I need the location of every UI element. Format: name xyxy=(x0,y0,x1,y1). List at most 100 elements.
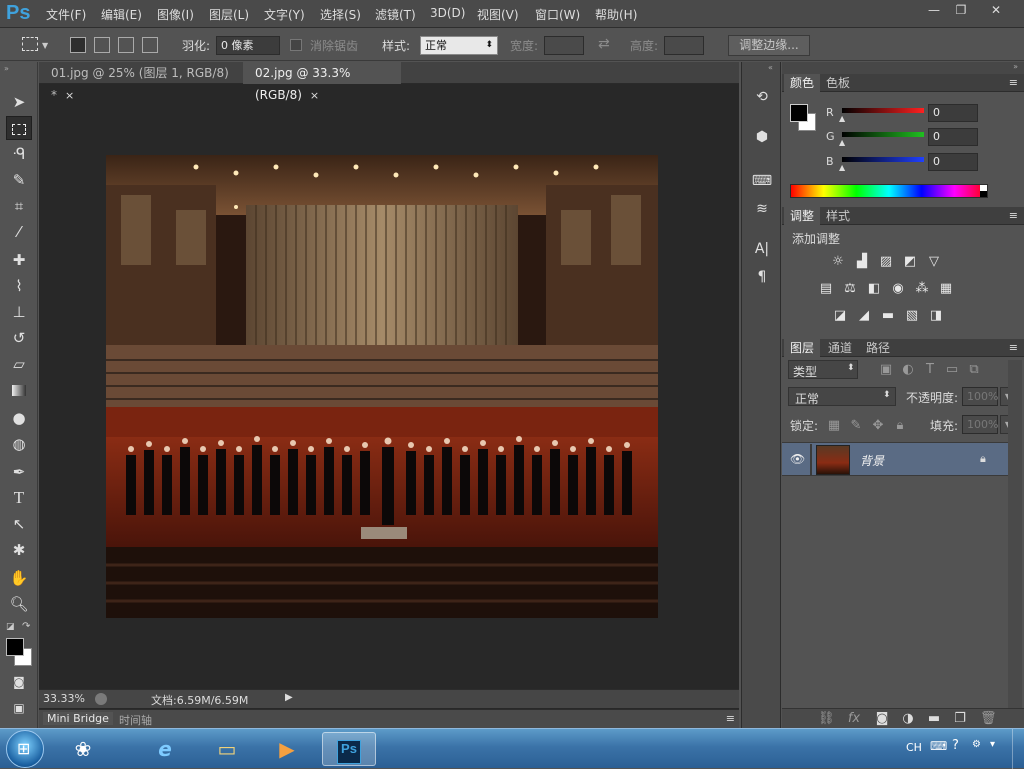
eye-visibility-icon[interactable]: 👁︎ xyxy=(790,452,805,466)
slider-thumb-icon[interactable]: ▲ xyxy=(839,114,845,123)
fx-icon[interactable]: fx xyxy=(846,711,862,727)
swap-colors-icon[interactable]: ↷ xyxy=(22,621,30,632)
style-select[interactable]: 正常 ⬍ xyxy=(420,36,498,55)
opacity-input[interactable]: 100% xyxy=(962,387,998,406)
channel-r-slider[interactable] xyxy=(842,108,924,113)
3d-panel-icon[interactable]: ⬢ xyxy=(751,126,773,148)
gradient-map-icon[interactable]: ▧ xyxy=(904,308,920,324)
taskbar-media-player-icon[interactable]: ▶ xyxy=(260,732,314,766)
selective-color-icon[interactable]: ◨ xyxy=(928,308,944,324)
history-panel-icon[interactable]: ⟲ xyxy=(751,86,773,108)
intersect-selection-icon[interactable] xyxy=(142,37,158,53)
brush-presets-icon[interactable]: ≋ xyxy=(751,198,773,220)
tab-timeline[interactable]: 时间轴 xyxy=(119,712,152,728)
color-balance-icon[interactable]: ⚖ xyxy=(842,281,858,297)
layer-row[interactable]: 👁︎ 背景 🔒︎ xyxy=(782,442,1008,476)
zoom-tool-icon[interactable]: 🔍︎ xyxy=(6,592,32,616)
tray-settings-icon[interactable]: ⚙ xyxy=(972,739,981,750)
quick-mask-icon[interactable]: ◙ xyxy=(6,670,32,694)
add-selection-icon[interactable] xyxy=(94,37,110,53)
filter-type-icon[interactable]: T xyxy=(922,362,938,378)
lock-position-icon[interactable]: ✥ xyxy=(870,418,886,434)
menu-window[interactable]: 窗口(W) xyxy=(535,6,580,23)
menu-file[interactable]: 文件(F) xyxy=(46,6,86,23)
panel-menu-icon[interactable]: ≡ xyxy=(726,712,735,725)
default-colors-icon[interactable]: ◪ xyxy=(6,622,15,632)
eraser-tool-icon[interactable]: ▱ xyxy=(6,352,32,376)
move-tool-icon[interactable]: ➤ xyxy=(6,90,32,114)
type-tool-icon[interactable]: T xyxy=(6,486,32,510)
slider-thumb-icon[interactable]: ▲ xyxy=(839,138,845,147)
menu-image[interactable]: 图像(I) xyxy=(157,6,194,23)
spectrum-black-swatch[interactable] xyxy=(980,191,987,197)
crop-tool-icon[interactable]: ⌗ xyxy=(6,194,32,218)
tab-swatches[interactable]: 色板 xyxy=(820,74,856,92)
channel-b-value[interactable]: 0 xyxy=(928,153,978,171)
chevron-down-icon[interactable]: ▼ xyxy=(42,41,48,50)
menu-3d[interactable]: 3D(D) xyxy=(430,6,465,20)
menu-type[interactable]: 文字(Y) xyxy=(264,6,305,23)
canvas-image[interactable] xyxy=(106,155,658,618)
new-layer-icon[interactable]: ❐ xyxy=(952,711,968,727)
menu-edit[interactable]: 编辑(E) xyxy=(101,6,142,23)
marquee-tool-icon[interactable] xyxy=(6,116,32,140)
exposure-icon[interactable]: ◩ xyxy=(902,254,918,270)
channel-r-value[interactable]: 0 xyxy=(928,104,978,122)
input-language[interactable]: CH xyxy=(906,741,922,754)
start-button[interactable]: ⊞ xyxy=(6,730,44,768)
delete-layer-icon[interactable]: 🗑︎ xyxy=(980,711,997,727)
curves-icon[interactable]: ▨ xyxy=(878,254,894,270)
menu-filter[interactable]: 滤镜(T) xyxy=(375,6,416,23)
eyedropper-tool-icon[interactable]: ⁄ xyxy=(6,220,32,244)
levels-icon[interactable]: ▟ xyxy=(854,254,870,270)
vibrance-icon[interactable]: ▽ xyxy=(926,254,942,270)
lasso-tool-icon[interactable]: ᑴ xyxy=(6,142,32,166)
posterize-icon[interactable]: ◢ xyxy=(856,308,872,324)
new-adjustment-icon[interactable]: ◑ xyxy=(900,711,916,727)
tab-02-jpg[interactable]: 02.jpg @ 33.3%(RGB/8) × xyxy=(243,62,401,102)
status-info-icon[interactable] xyxy=(95,693,107,705)
lock-all-icon[interactable]: 🔒︎ xyxy=(892,418,908,434)
feather-input[interactable]: 0 像素 xyxy=(216,36,280,55)
minimize-button[interactable]: — xyxy=(921,1,947,19)
tab-styles[interactable]: 样式 xyxy=(820,207,856,225)
gradient-tool-icon[interactable] xyxy=(6,378,32,402)
history-brush-tool-icon[interactable]: ↺ xyxy=(6,326,32,350)
restore-button[interactable]: ❐ xyxy=(948,1,974,19)
antialias-checkbox[interactable] xyxy=(290,39,302,51)
swap-arrows-icon[interactable]: ⇄ xyxy=(598,36,610,52)
dodge-tool-icon[interactable]: ◍ xyxy=(6,432,32,456)
threshold-icon[interactable]: ▬ xyxy=(880,308,896,324)
menu-help[interactable]: 帮助(H) xyxy=(595,6,637,23)
black-white-icon[interactable]: ◧ xyxy=(866,281,882,297)
close-icon[interactable]: × xyxy=(310,89,319,102)
zoom-level[interactable]: 33.33% xyxy=(43,692,85,705)
color-spectrum-bar[interactable] xyxy=(790,184,988,198)
panel-menu-icon[interactable]: ≡ xyxy=(1009,341,1018,354)
taskbar-explorer-icon[interactable]: ▭ xyxy=(200,732,254,766)
layer-name[interactable]: 背景 xyxy=(860,452,884,469)
collapse-panels-icon[interactable]: » xyxy=(1013,62,1018,71)
quick-select-tool-icon[interactable]: ✎ xyxy=(6,168,32,192)
taskbar-photos-icon[interactable]: ❀ xyxy=(56,732,110,766)
marquee-preset-icon[interactable] xyxy=(22,37,38,51)
shape-tool-icon[interactable]: ✱ xyxy=(6,538,32,562)
channel-b-slider[interactable] xyxy=(842,157,924,162)
filter-pixel-icon[interactable]: ▣ xyxy=(878,362,894,378)
channel-g-value[interactable]: 0 xyxy=(928,128,978,146)
collapse-arrows-icon[interactable]: » xyxy=(4,64,9,73)
color-lookup-icon[interactable]: ▦ xyxy=(938,281,954,297)
taskbar-photoshop-icon[interactable]: Ps xyxy=(322,732,376,766)
hand-tool-icon[interactable]: ✋ xyxy=(6,566,32,590)
refine-edge-button[interactable]: 调整边缘... xyxy=(728,35,810,56)
brush-panel-icon[interactable]: ⌨ xyxy=(751,170,773,192)
screen-mode-icon[interactable]: ▣ xyxy=(6,696,32,720)
help-icon[interactable]: ? xyxy=(952,738,959,753)
tab-channels[interactable]: 通道 xyxy=(822,339,858,357)
taskbar-ie-icon[interactable]: e xyxy=(138,732,192,766)
link-layers-icon[interactable]: ⛓ xyxy=(818,711,835,727)
paragraph-panel-icon[interactable]: ¶ xyxy=(751,266,773,288)
menu-layer[interactable]: 图层(L) xyxy=(209,6,249,23)
lock-transparent-icon[interactable]: ▦ xyxy=(826,418,842,434)
filter-adjustment-icon[interactable]: ◐ xyxy=(900,362,916,378)
